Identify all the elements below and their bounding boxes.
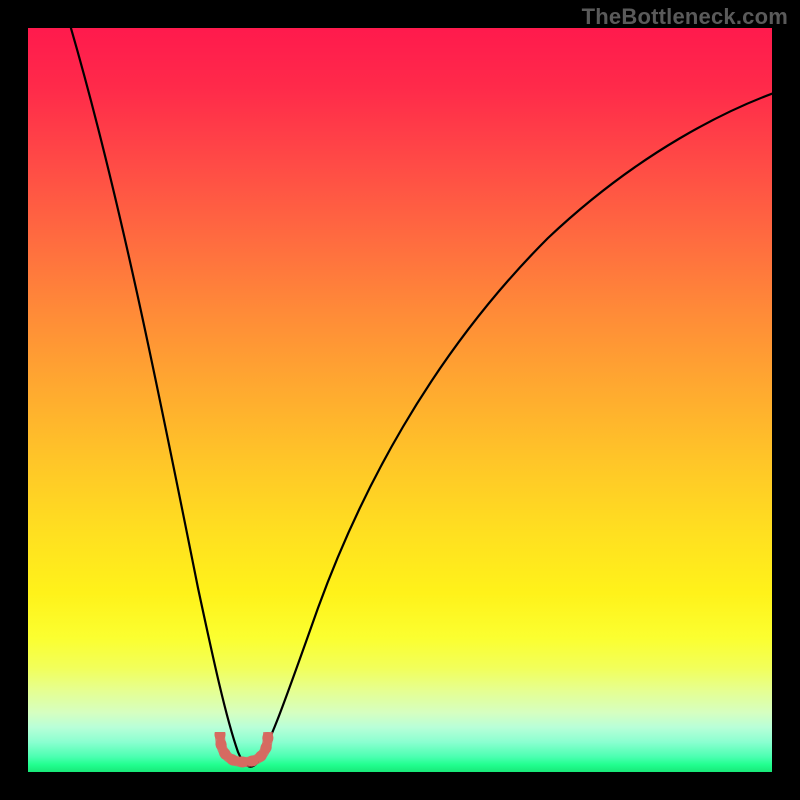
optimal-range-marker [210, 732, 278, 772]
bottleneck-curve [28, 28, 772, 772]
marker-u-fill [220, 734, 268, 762]
curve-path [68, 28, 772, 767]
watermark-text: TheBottleneck.com [582, 4, 788, 30]
plot-area [28, 28, 772, 772]
